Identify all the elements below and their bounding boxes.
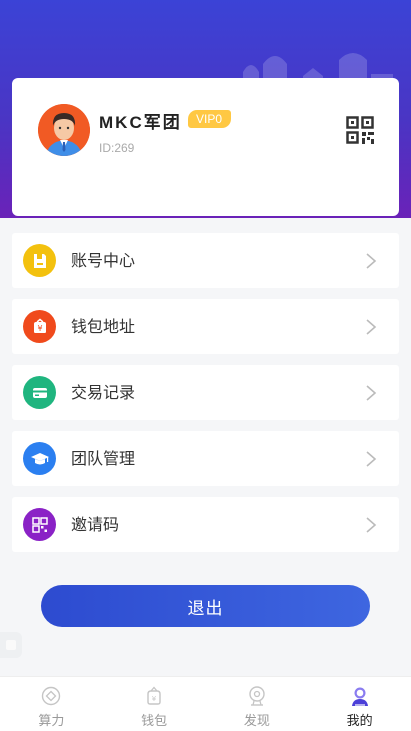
- chevron-right-icon: [366, 517, 377, 533]
- hashrate-icon: [42, 686, 61, 706]
- tab-hashrate[interactable]: 算力: [0, 677, 103, 731]
- transaction-card-icon: [23, 376, 56, 409]
- menu-item-transaction-records[interactable]: 交易记录: [12, 365, 399, 420]
- floating-widget[interactable]: [0, 632, 22, 658]
- logout-button[interactable]: 退出: [41, 585, 370, 627]
- menu-item-label: 交易记录: [71, 383, 136, 402]
- qr-code-icon[interactable]: [346, 116, 374, 144]
- tab-label: 钱包: [141, 714, 168, 729]
- tab-label: 算力: [38, 714, 65, 729]
- wallet-icon: ¥: [147, 686, 161, 705]
- menu-item-account-center[interactable]: 账号中心: [12, 233, 399, 288]
- profile-icon: [351, 687, 368, 706]
- svg-text:¥: ¥: [37, 324, 42, 333]
- tab-label: 我的: [346, 714, 373, 729]
- menu-item-team-management[interactable]: 团队管理: [12, 431, 399, 486]
- user-id: ID:269: [99, 141, 135, 155]
- username: MKC军团: [99, 113, 182, 132]
- wallet-address-icon: ¥: [23, 310, 56, 343]
- bottom-tab-bar: 算力 ¥ 钱包 发现 我的: [0, 676, 411, 731]
- vip-badge: VIP0: [188, 110, 232, 128]
- profile-card: MKC军团 VIP0 ID:269: [12, 78, 399, 216]
- menu-item-invite-code[interactable]: 邀请码: [12, 497, 399, 552]
- tab-mine[interactable]: 我的: [308, 677, 411, 731]
- tab-wallet[interactable]: ¥ 钱包: [103, 677, 206, 731]
- avatar[interactable]: [38, 104, 90, 156]
- chevron-right-icon: [366, 451, 377, 467]
- menu-item-label: 团队管理: [71, 449, 136, 468]
- team-graduation-icon: [23, 442, 56, 475]
- chevron-right-icon: [366, 385, 377, 401]
- tab-label: 发现: [243, 714, 270, 729]
- invite-qr-icon: [23, 508, 56, 541]
- menu-item-wallet-address[interactable]: ¥ 钱包地址: [12, 299, 399, 354]
- chevron-right-icon: [366, 253, 377, 269]
- svg-text:¥: ¥: [152, 695, 157, 703]
- menu-item-label: 钱包地址: [71, 317, 136, 336]
- chevron-right-icon: [366, 319, 377, 335]
- account-icon: [23, 244, 56, 277]
- menu-item-label: 账号中心: [71, 251, 136, 270]
- discover-icon: [249, 686, 265, 706]
- tab-discover[interactable]: 发现: [206, 677, 309, 731]
- menu-item-label: 邀请码: [71, 515, 120, 534]
